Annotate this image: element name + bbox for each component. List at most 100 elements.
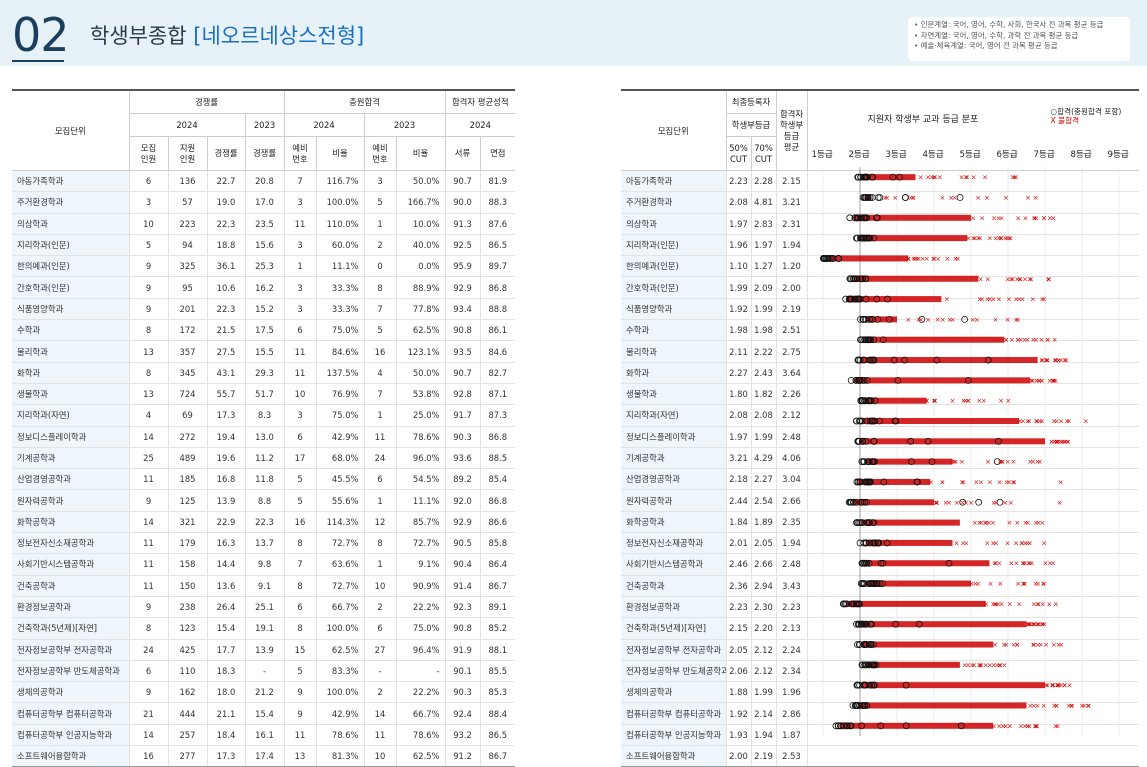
- cell-wait24: 7: [283, 553, 316, 576]
- cell-interview: 85.5: [479, 660, 516, 683]
- fail-marker: ×: [884, 194, 890, 202]
- cell-ratio24: 68.0%: [315, 447, 364, 470]
- cell-doc: 93.5: [444, 340, 481, 363]
- dept-name: 화학공학과: [621, 511, 726, 534]
- cell-ratio23: 90.9%: [395, 575, 446, 597]
- cell-recruit: 4: [128, 404, 168, 427]
- fail-marker: ×: [1043, 641, 1049, 649]
- dept-name: 식품영양학과: [621, 298, 726, 321]
- col-avg-score: 합격자 평균성적: [444, 89, 516, 114]
- cell-recruit: 8: [128, 319, 168, 342]
- cell-applicants: 277: [167, 745, 207, 767]
- cell-recruit: 24: [128, 639, 168, 661]
- cell-doc: 90.1: [444, 660, 481, 683]
- cell-ratio24: 100.0%: [315, 191, 364, 214]
- cell-wait23: 2: [363, 596, 396, 619]
- cell-rate23: 25.3: [244, 255, 284, 278]
- fail-marker: ×: [1022, 560, 1028, 568]
- fail-marker: ×: [1009, 336, 1015, 344]
- cell-wait23: 6: [363, 617, 396, 640]
- cell-doc: 90.7: [444, 170, 481, 193]
- cell-cut70: 1.94: [750, 724, 776, 747]
- cell-ratio24: 100.0%: [315, 681, 364, 704]
- dept-name: 생체의공학과: [621, 681, 726, 704]
- cell-interview: 87.3: [479, 404, 516, 427]
- cell-rate23: 9.1: [244, 575, 284, 597]
- cell-wait23: 11: [363, 426, 396, 448]
- table-row: 아동가족학과 6 136 22.7 20.8 7 116.7% 3 50.0% 90.7 81.9: [12, 170, 516, 193]
- cell-rate23: 20.8: [244, 170, 284, 193]
- table-row: 산업경영공학과 11 185 16.8 11.8 5 45.5% 6 54.5% 89.2 85.4: [12, 468, 516, 491]
- fail-marker: ×: [1020, 580, 1026, 588]
- fail-marker: ×: [996, 296, 1002, 304]
- dept-name: 물리학과: [12, 340, 129, 363]
- table-row: 컴퓨터공학부 인공지능학과 14 257 18.4 16.1 11 78.6% 11 78.6%…: [12, 724, 516, 747]
- cell-recruit: 9: [128, 276, 168, 299]
- cell-applicants: 123: [167, 617, 207, 640]
- fail-marker: ×: [1003, 336, 1009, 344]
- cell-avg: 3.04: [775, 468, 807, 491]
- col-unit: 모집단위: [12, 89, 129, 171]
- cell-avg: 1.20: [775, 255, 807, 278]
- page-title: 학생부종합 [네오르네상스전형]: [90, 20, 364, 50]
- dept-name: 화학과: [621, 362, 726, 384]
- fail-marker: ×: [1030, 336, 1036, 344]
- cell-doc: 92.5: [444, 234, 481, 257]
- cell-rate: 10.6: [206, 276, 245, 299]
- fail-marker: ×: [944, 255, 950, 263]
- cell-wait23: 27: [363, 639, 396, 661]
- cell-wait23: -: [363, 660, 396, 683]
- cell-interview: 85.2: [479, 617, 516, 640]
- fail-marker: ×: [931, 397, 937, 405]
- note-line: • 자연계열: 국어, 영어, 수학, 과학 전 과목 평균 등급: [914, 30, 1079, 40]
- section-number: 02: [12, 8, 70, 62]
- cell-avg: 2.26: [775, 383, 807, 406]
- cell-rate: 13.6: [206, 575, 245, 597]
- cell-wait24: 1: [283, 255, 316, 278]
- cell-doc: 90.3: [444, 681, 481, 704]
- cell-interview: 82.7: [479, 362, 516, 384]
- cell-rate23: 13.7: [244, 532, 284, 555]
- cell-cut70: 2.94: [750, 575, 776, 597]
- cell-recruit: 3: [128, 191, 168, 214]
- cell-ratio23: 77.8%: [395, 298, 446, 321]
- cell-ratio24: 55.6%: [315, 489, 364, 512]
- dept-name: 간호학과(인문): [621, 276, 726, 299]
- cell-ratio24: 75.0%: [315, 404, 364, 427]
- dept-name: 컴퓨터공학부 컴퓨터공학과: [12, 702, 129, 725]
- dept-name: 물리학과: [621, 340, 726, 363]
- cell-cut50: 1.84: [725, 511, 751, 534]
- col-rate-2023: 경쟁률: [244, 136, 284, 171]
- cell-recruit: 13: [128, 340, 168, 363]
- cell-ratio24: 72.7%: [315, 532, 364, 555]
- cell-wait23: 14: [363, 702, 396, 725]
- fail-marker: ×: [1032, 214, 1038, 222]
- cell-wait23: 8: [363, 276, 396, 299]
- fail-marker: ×: [1027, 702, 1033, 710]
- col-year: 2023: [244, 113, 284, 137]
- cell-applicants: 162: [167, 681, 207, 704]
- dept-name: 생물학과: [621, 383, 726, 406]
- cell-wait24: 3: [283, 276, 316, 299]
- fail-marker: ×: [1054, 702, 1060, 710]
- cell-avg: 2.24: [775, 639, 807, 661]
- grade-tick-label: 4등급: [922, 149, 944, 160]
- cell-rate: 19.6: [206, 447, 245, 470]
- cell-cut70: 2.08: [750, 404, 776, 427]
- fail-marker: ×: [968, 499, 974, 507]
- fail-marker: ×: [990, 539, 996, 547]
- cell-avg: 2.31: [775, 213, 807, 235]
- cell-rate: 13.9: [206, 489, 245, 512]
- cell-cut50: 2.23: [725, 596, 751, 619]
- cell-rate23: 23.5: [244, 213, 284, 235]
- cell-ratio23: 72.7%: [395, 532, 446, 555]
- dept-name: 환경정보공학과: [12, 596, 129, 619]
- table-row: 건축학과(5년제)[자연] 8 123 15.4 19.1 8 100.0% 6 75.0% 90…: [12, 617, 516, 640]
- cell-interview: 86.8: [479, 489, 516, 512]
- grade-tick-label: 3등급: [885, 149, 907, 160]
- cell-wait24: 11: [283, 213, 316, 235]
- table-row: 건축공학과 11 150 13.6 9.1 8 72.7% 10 90.9% 91.4 86.7: [12, 575, 516, 597]
- fail-marker: ×: [1034, 418, 1040, 426]
- cell-avg: 2.66: [775, 489, 807, 512]
- cell-cut50: 2.01: [725, 532, 751, 555]
